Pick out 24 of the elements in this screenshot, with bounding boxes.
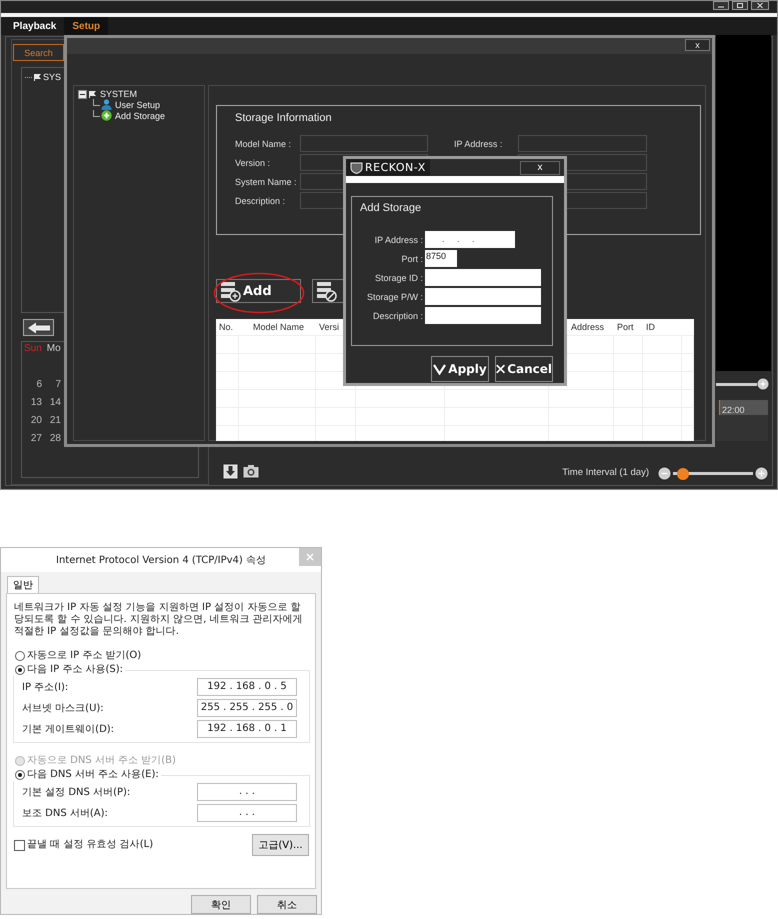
- field-label: Port :: [400, 254, 423, 264]
- field-label: 서브넷 마스크(U):: [22, 702, 104, 714]
- dialog-heading: Add Storage: [360, 202, 422, 214]
- field-label: System Name :: [235, 176, 298, 186]
- section-title: Storage Information: [235, 112, 333, 124]
- field-label: 기본 설정 DNS 서버(P):: [22, 786, 130, 798]
- field-label: Storage ID :: [374, 272, 423, 282]
- time-label: 22:00: [721, 405, 745, 415]
- field-label: Description :: [235, 196, 286, 206]
- brand-logo: RECKON-X: [365, 161, 426, 174]
- weekday-label: Sun: [24, 343, 42, 354]
- window-title: Internet Protocol Version 4 (TCP/IPv4) 속성: [56, 554, 266, 567]
- field-label: Version :: [235, 158, 272, 168]
- weekday-label: Mo: [46, 343, 61, 354]
- field-label: 기본 게이트웨이(D):: [22, 722, 114, 736]
- time-interval-label: Time Interval (1 day): [562, 467, 649, 478]
- field-label: Storage P/W :: [366, 292, 423, 302]
- field-label: 보조 DNS 서버(A):: [22, 806, 108, 820]
- field-label: IP Address :: [374, 234, 423, 244]
- field-label: IP 주소(I):: [22, 680, 68, 694]
- field-label: Model Name :: [235, 138, 292, 148]
- field-label: IP Address :: [453, 138, 504, 148]
- description-text: 네트워크가 IP 자동 설정 기능을 지원하면 IP 설정이 자동으로 할당되도록 할 수 있습니다. 지원하지 않으면, 네트워크 관리자에게 적절한 IP 설정값을 문의해야 합니다.: [14, 602, 304, 638]
- field-label: Description :: [372, 310, 423, 320]
